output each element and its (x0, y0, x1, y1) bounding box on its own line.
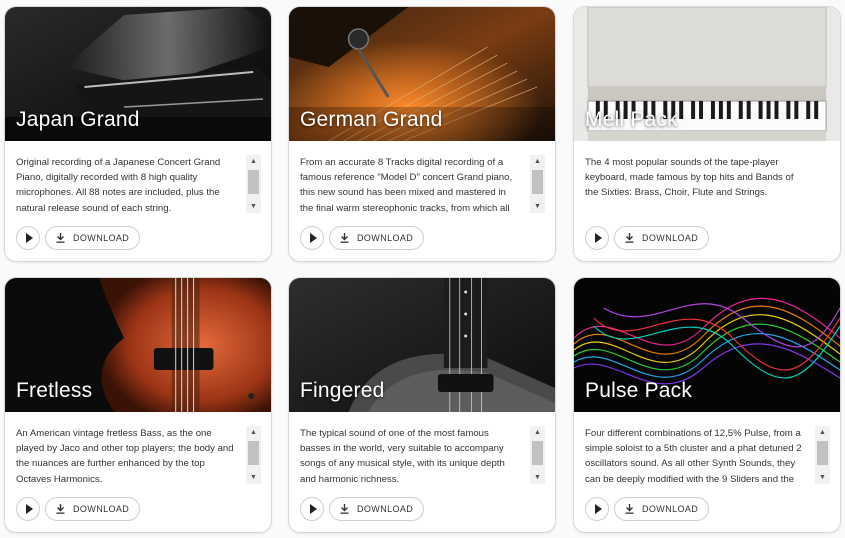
download-label: DOWNLOAD (357, 504, 414, 514)
card-description: The typical sound of one of the most fam… (300, 428, 505, 485)
card-actions: DOWNLOAD (300, 497, 425, 521)
description-area: An American vintage fretless Bass, as th… (16, 426, 261, 488)
download-icon (56, 504, 65, 514)
download-button[interactable]: DOWNLOAD (45, 497, 141, 521)
description-scrollbar[interactable]: ▲ ▼ (246, 155, 261, 213)
sound-card-mell-pack: Mell Pack The 4 most popular sounds of t… (573, 6, 841, 262)
play-button[interactable] (585, 226, 609, 250)
card-title: Fingered (300, 379, 385, 402)
sound-card-pulse-pack: Pulse Pack Four different combinations o… (573, 277, 841, 533)
download-label: DOWNLOAD (73, 233, 130, 243)
download-icon (625, 504, 634, 514)
download-label: DOWNLOAD (73, 504, 130, 514)
card-image: Pulse Pack (574, 278, 840, 412)
chevron-up-icon[interactable]: ▲ (530, 426, 545, 439)
card-description: Original recording of a Japanese Concert… (16, 157, 221, 214)
play-icon (309, 233, 317, 243)
description-area: The typical sound of one of the most fam… (300, 426, 545, 488)
play-button[interactable] (300, 497, 324, 521)
download-button[interactable]: DOWNLOAD (329, 497, 425, 521)
play-button[interactable] (300, 226, 324, 250)
play-button[interactable] (585, 497, 609, 521)
play-icon (25, 233, 33, 243)
description-scrollbar[interactable]: ▲ ▼ (246, 426, 261, 484)
download-button[interactable]: DOWNLOAD (614, 497, 710, 521)
scroll-thumb[interactable] (532, 170, 543, 194)
sound-card-japan-grand: Japan Grand Original recording of a Japa… (4, 6, 272, 262)
download-icon (56, 233, 65, 243)
sound-card-fingered: Fingered The typical sound of one of the… (288, 277, 556, 533)
chevron-down-icon[interactable]: ▼ (530, 200, 545, 213)
download-label: DOWNLOAD (357, 233, 414, 243)
card-title: Japan Grand (16, 108, 140, 131)
scroll-thumb[interactable] (248, 170, 259, 194)
download-button[interactable]: DOWNLOAD (329, 226, 425, 250)
sound-card-fretless: Fretless An American vintage fretless Ba… (4, 277, 272, 533)
card-actions: DOWNLOAD (16, 497, 141, 521)
play-icon (594, 233, 602, 243)
card-actions: DOWNLOAD (585, 226, 710, 250)
card-image: German Grand (289, 7, 555, 141)
card-title: German Grand (300, 108, 443, 131)
card-actions: DOWNLOAD (16, 226, 141, 250)
card-description: Four different combinations of 12,5% Pul… (585, 428, 802, 485)
chevron-down-icon[interactable]: ▼ (246, 471, 261, 484)
card-title: Fretless (16, 379, 93, 402)
card-image: Fretless (5, 278, 271, 412)
download-label: DOWNLOAD (642, 504, 699, 514)
description-area: From an accurate 8 Tracks digital record… (300, 155, 545, 217)
download-icon (340, 233, 349, 243)
play-button[interactable] (16, 226, 40, 250)
description-scrollbar[interactable]: ▲ ▼ (815, 426, 830, 484)
download-icon (625, 233, 634, 243)
card-description: From an accurate 8 Tracks digital record… (300, 157, 513, 214)
scroll-thumb[interactable] (817, 441, 828, 465)
sound-grid: Japan Grand Original recording of a Japa… (0, 0, 845, 538)
card-image: Japan Grand (5, 7, 271, 141)
chevron-down-icon[interactable]: ▼ (530, 471, 545, 484)
scroll-thumb[interactable] (248, 441, 259, 465)
chevron-up-icon[interactable]: ▲ (246, 426, 261, 439)
play-icon (25, 504, 33, 514)
description-area: Original recording of a Japanese Concert… (16, 155, 261, 217)
download-button[interactable]: DOWNLOAD (614, 226, 710, 250)
sound-card-german-grand: German Grand From an accurate 8 Tracks d… (288, 6, 556, 262)
download-button[interactable]: DOWNLOAD (45, 226, 141, 250)
card-title: Pulse Pack (585, 379, 693, 402)
card-actions: DOWNLOAD (300, 226, 425, 250)
card-description: The 4 most popular sounds of the tape-pl… (585, 157, 794, 199)
download-label: DOWNLOAD (642, 233, 699, 243)
chevron-up-icon[interactable]: ▲ (815, 426, 830, 439)
scroll-thumb[interactable] (532, 441, 543, 465)
chevron-down-icon[interactable]: ▼ (246, 200, 261, 213)
description-area: Four different combinations of 12,5% Pul… (585, 426, 830, 488)
play-button[interactable] (16, 497, 40, 521)
card-description: An American vintage fretless Bass, as th… (16, 428, 234, 485)
play-icon (594, 504, 602, 514)
chevron-up-icon[interactable]: ▲ (530, 155, 545, 168)
chevron-down-icon[interactable]: ▼ (815, 471, 830, 484)
card-title: Mell Pack (585, 108, 678, 131)
description-area: The 4 most popular sounds of the tape-pl… (585, 155, 830, 217)
description-scrollbar[interactable]: ▲ ▼ (530, 155, 545, 213)
play-icon (309, 504, 317, 514)
card-image: Mell Pack (574, 7, 840, 141)
card-actions: DOWNLOAD (585, 497, 710, 521)
download-icon (340, 504, 349, 514)
chevron-up-icon[interactable]: ▲ (246, 155, 261, 168)
card-image: Fingered (289, 278, 555, 412)
description-scrollbar[interactable]: ▲ ▼ (530, 426, 545, 484)
